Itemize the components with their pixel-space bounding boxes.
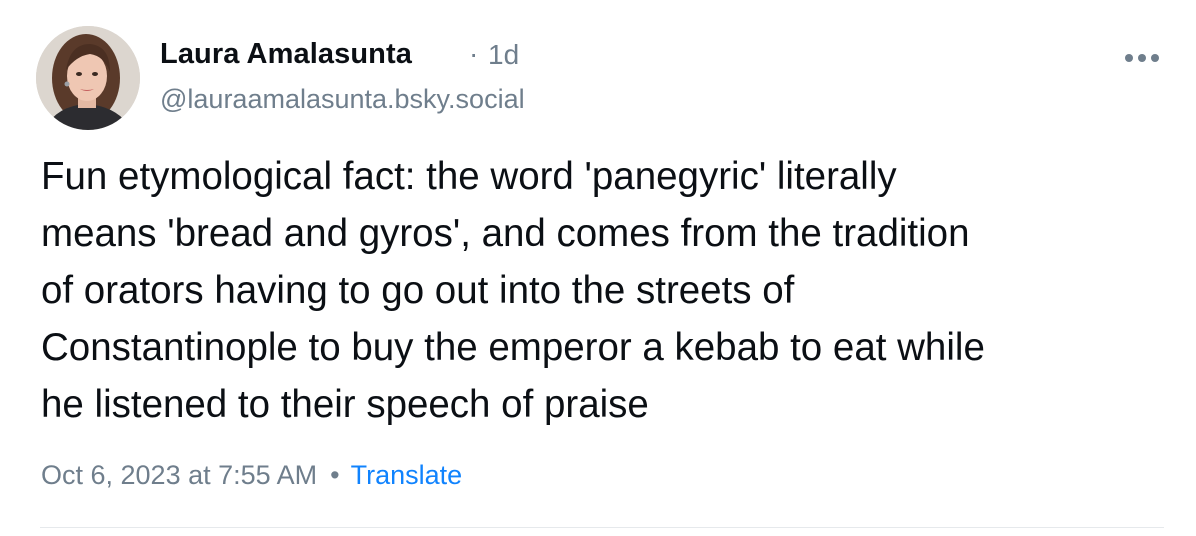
relative-time[interactable]: 1d: [488, 39, 519, 71]
more-horizontal-icon: [1123, 54, 1162, 62]
author-handle[interactable]: @lauraamalasunta.bsky.social: [160, 84, 525, 115]
meta-separator: ·: [469, 38, 479, 69]
footer-separator: •: [330, 460, 340, 490]
divider: [40, 527, 1164, 528]
translate-link[interactable]: Translate: [351, 460, 463, 491]
post-card: Laura Amalasunta · 1d @lauraamalasunta.b…: [0, 0, 1196, 536]
more-options-button[interactable]: [1118, 40, 1166, 76]
avatar[interactable]: [36, 26, 140, 130]
author-display-name[interactable]: Laura Amalasunta: [160, 38, 412, 71]
avatar-photo: [36, 26, 140, 130]
post-text: Fun etymological fact: the word 'panegyr…: [41, 155, 985, 426]
post-timestamp: Oct 6, 2023 at 7:55 AM: [41, 460, 318, 490]
post-footer: Oct 6, 2023 at 7:55 AM • Translate: [41, 460, 462, 491]
